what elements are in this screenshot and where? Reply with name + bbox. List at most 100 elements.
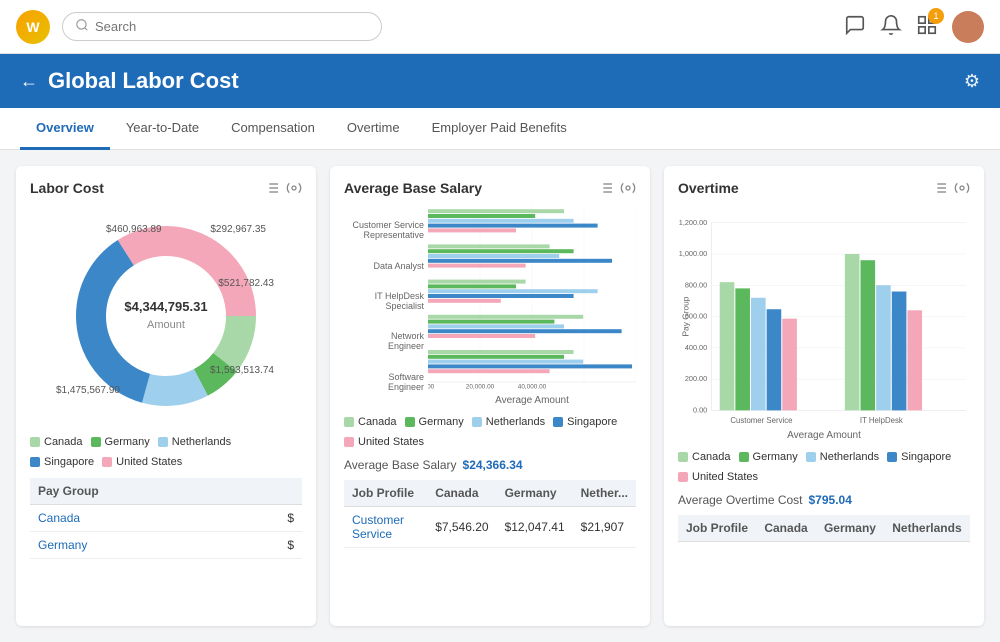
table-row: Germany $ [30,532,302,559]
job-profile-customer-service-link[interactable]: Customer Service [352,513,404,541]
avg-salary-chart-svg: 0.00 20,000.00 40,000.00 [428,206,636,390]
pay-group-table: Pay Group Canada $ Germany $ [30,478,302,559]
donut-label-us: $1,475,567.90 [56,385,120,396]
overtime-header: Overtime [678,180,970,196]
svg-text:40,000.00: 40,000.00 [518,383,547,390]
nav-icons: 1 [844,11,984,43]
svg-text:0.00: 0.00 [693,405,707,414]
canada-col: Canada [427,480,496,507]
labor-cost-icons[interactable] [264,180,302,196]
canada-val: $7,546.20 [427,507,496,548]
pay-group-canada-value: $ [240,505,302,532]
chat-icon[interactable] [844,14,866,39]
svg-text:0.00: 0.00 [428,383,435,390]
svg-text:400.00: 400.00 [685,343,707,352]
legend-canada: Canada [30,436,83,448]
donut-label-singapore: $1,593,513.74 [210,365,274,376]
tab-compensation[interactable]: Compensation [215,108,331,150]
x-axis-title: Average Amount [428,395,636,406]
y-axis-labels: Customer ServiceRepresentative Data Anal… [344,206,424,406]
job-profile-table-salary: Job Profile Canada Germany Nether... Cus… [344,480,636,548]
nether-col: Nether... [573,480,636,507]
donut-label-netherlands: $521,782.43 [218,278,274,289]
apps-icon[interactable]: 1 [916,14,938,39]
pay-group-germany-value: $ [240,532,302,559]
page-header: ← Global Labor Cost ⚙ [0,54,1000,108]
germany-col: Germany [497,480,573,507]
avg-salary-summary-label: Average Base Salary [344,458,457,472]
overtime-x-axis-label: Average Amount [678,430,970,441]
avg-salary-title: Average Base Salary [344,180,482,196]
svg-text:Amount: Amount [147,319,185,331]
germany-val: $12,047.41 [497,507,573,548]
svg-text:Representative: Representative [735,424,788,425]
tab-year-to-date[interactable]: Year-to-Date [110,108,215,150]
avg-salary-header: Average Base Salary [344,180,636,196]
search-box[interactable] [62,12,382,41]
avg-salary-summary: Average Base Salary $24,366.34 [344,458,636,472]
overtime-job-profile-col: Job Profile [678,515,756,542]
legend-dot-canada [30,437,40,447]
overtime-summary: Average Overtime Cost $795.04 [678,493,970,507]
overtime-netherlands-col: Netherlands [884,515,970,542]
tab-employer-paid-benefits[interactable]: Employer Paid Benefits [416,108,583,150]
legend-dot-germany [91,437,101,447]
user-avatar[interactable] [952,11,984,43]
donut-label-germany: $292,967.35 [210,224,266,235]
legend-us: United States [102,456,182,468]
back-button[interactable]: ← [20,71,38,92]
avg-salary-chart-area: Customer ServiceRepresentative Data Anal… [344,206,636,406]
pay-group-value-header [240,478,302,505]
overtime-title: Overtime [678,180,739,196]
pay-group-col-header: Pay Group [30,478,240,505]
legend-germany: Germany [91,436,150,448]
donut-label-canada: $460,963.89 [106,224,162,235]
svg-text:20,000.00: 20,000.00 [466,383,495,390]
tab-overtime[interactable]: Overtime [331,108,416,150]
search-icon [75,18,89,35]
overtime-chart-svg: 0.00 200.00 400.00 600.00 800.00 1,000.0… [678,206,970,425]
overtime-summary-value: $795.04 [809,493,852,507]
app-logo[interactable]: W [16,10,50,44]
pay-group-germany-link[interactable]: Germany [38,538,87,552]
avg-base-salary-card: Average Base Salary Customer ServiceRepr… [330,166,650,626]
main-content: Labor Cost $460,963.89 $292,967.35 $521,… [0,150,1000,642]
apps-badge: 1 [928,8,944,24]
nether-val: $21,907 [573,507,636,548]
bar-chart-container: 0.00 20,000.00 40,000.00 Average Amount [428,206,636,406]
settings-icon[interactable]: ⚙ [964,71,980,92]
svg-text:Pay Group: Pay Group [680,296,690,336]
legend-dot-us [102,457,112,467]
tab-overview[interactable]: Overview [20,108,110,150]
legend-netherlands: Netherlands [158,436,231,448]
overtime-legend: Canada Germany Netherlands Singapore Uni… [678,451,970,483]
svg-text:1,000.00: 1,000.00 [679,249,707,258]
overtime-germany-col: Germany [816,515,884,542]
labor-cost-card: Labor Cost $460,963.89 $292,967.35 $521,… [16,166,316,626]
search-input[interactable] [95,19,369,34]
svg-text:1,200.00: 1,200.00 [679,218,707,227]
legend-dot-netherlands [158,437,168,447]
svg-text:$4,344,795.31: $4,344,795.31 [124,299,207,314]
bell-icon[interactable] [880,14,902,39]
table-row: Canada $ [30,505,302,532]
pay-group-canada-link[interactable]: Canada [38,511,80,525]
overtime-summary-label: Average Overtime Cost [678,493,803,507]
avg-salary-summary-value: $24,366.34 [463,458,523,472]
avg-salary-legend: Canada Germany Netherlands Singapore Uni… [344,416,636,448]
page-header-left: ← Global Labor Cost [20,68,239,94]
avg-salary-icons[interactable] [598,180,636,196]
tab-bar: Overview Year-to-Date Compensation Overt… [0,108,1000,150]
labor-cost-header: Labor Cost [30,180,302,196]
overtime-icons[interactable] [932,180,970,196]
svg-text:800.00: 800.00 [685,280,707,289]
top-navigation: W 1 [0,0,1000,54]
svg-text:200.00: 200.00 [685,374,707,383]
job-profile-table-overtime: Job Profile Canada Germany Netherlands [678,515,970,542]
page-title: Global Labor Cost [48,68,239,94]
legend-singapore: Singapore [30,456,94,468]
overtime-card: Overtime 0.00 200.00 400.00 600.00 800.0… [664,166,984,626]
overtime-chart-area: 0.00 200.00 400.00 600.00 800.00 1,000.0… [678,206,970,441]
overtime-canada-col: Canada [756,515,816,542]
labor-cost-title: Labor Cost [30,180,104,196]
